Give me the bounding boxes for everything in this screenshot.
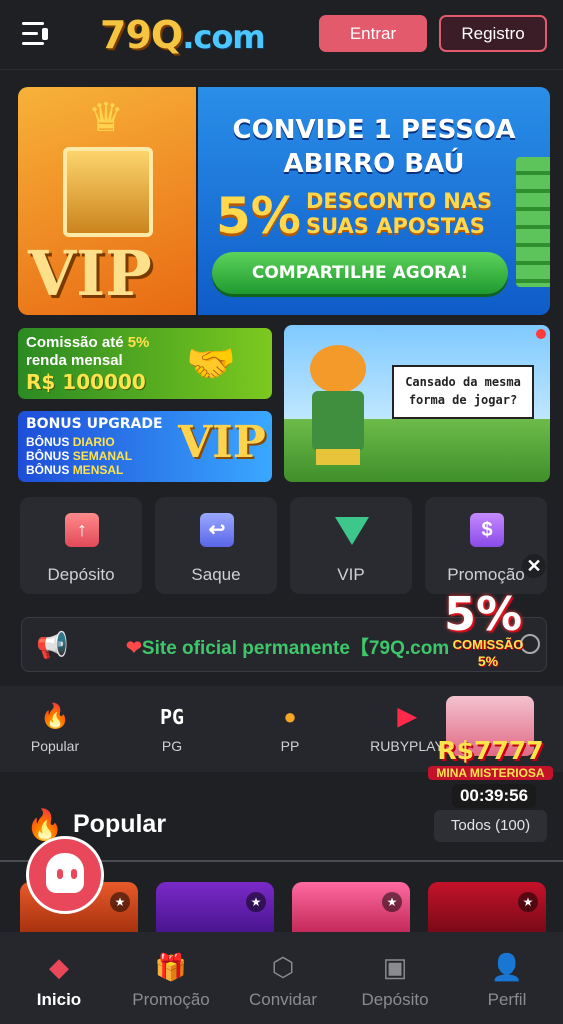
banner-vip-image[interactable]: ♛ VIP [18,87,196,315]
bonus-monthly: BÔNUS MENSAL [26,463,124,477]
nav-deposit[interactable]: ▣ Depósito [339,950,451,1010]
ruby-play-icon: ▶ [397,703,417,730]
popular-title: Popular [73,810,167,838]
home-icon: ◆ [49,952,69,982]
banner-percent: 5% [216,187,301,245]
banner-line3: DESCONTO NAS SUAS APOSTAS [306,189,493,238]
share-now-button[interactable]: COMPARTILHE AGORA! [212,252,508,294]
gift-amount: R$7777 [437,736,544,765]
close-icon[interactable]: ✕ [522,554,546,578]
quick-vip-label: VIP [337,565,365,584]
game-tile[interactable]: ★ [156,882,274,932]
register-button[interactable]: Registro [439,15,547,52]
quick-vip[interactable]: VIP [290,497,412,594]
share-icon: ⬡ [271,952,295,982]
tiger-speech-bubble: Cansado da mesma forma de jogar? [392,365,534,419]
bottom-navigation: ◆ Inicio 🎁 Promoção ⬡ Convidar ▣ Depósit… [0,932,563,1024]
bonus-upgrade-promo[interactable]: BONUS UPGRADE BÔNUS DIARIO BÔNUS SEMANAL… [18,411,272,482]
category-pp-label: PP [280,738,300,754]
upload-icon: ↑ [65,513,99,547]
quick-deposit[interactable]: ↑ Depósito [20,497,142,594]
category-pg-label: PG [161,738,183,754]
category-popular[interactable]: 🔥 Popular [0,702,110,754]
game-tile[interactable]: ★ [428,882,546,932]
commission-promo[interactable]: Comissão até 5% renda mensal R$ 100000 🤝 [18,328,272,399]
nav-invite-label: Convidar [248,990,318,1009]
customer-support-button[interactable] [26,836,104,914]
bonus-daily: BÔNUS DIARIO [26,435,115,449]
login-button[interactable]: Entrar [319,15,427,52]
ticker-text: ❤Site oficial permanente【79Q.com [126,638,450,659]
treasure-box-icon [63,147,153,237]
flame-icon: 🔥 [40,703,70,730]
nav-deposit-label: Depósito [361,990,429,1009]
crown-icon: ♛ [88,96,124,140]
diamond-icon [335,513,369,547]
banner-line1: CONVIDE 1 PESSOA [232,115,516,145]
category-popular-label: Popular [30,738,80,754]
floating-commission-percent: 5% [477,653,499,669]
menu-icon[interactable] [22,20,52,48]
tiger-mascot [302,345,372,465]
nav-profile[interactable]: 👤 Perfil [451,950,563,1010]
gift-label: MINA MISTERIOSA [428,766,553,780]
heart-icon: ❤ [126,638,142,659]
gift-icon: 🎁 [154,952,188,982]
bonus-weekly: BÔNUS SEMANAL [26,449,133,463]
nav-invite[interactable]: ⬡ Convidar [227,950,339,1010]
nav-promotion[interactable]: 🎁 Promoção [115,950,227,1010]
favorite-star-icon[interactable]: ★ [518,892,538,912]
pp-logo-icon: ● [283,704,297,729]
headset-icon [46,853,84,893]
favorite-star-icon[interactable]: ★ [246,892,266,912]
megaphone-icon: 📢 [36,630,69,660]
bonus-title: BONUS UPGRADE [26,416,163,432]
floating-commission-big: 5% [444,587,523,641]
bonus-vip-text: VIP [178,417,266,468]
pg-logo-icon: PG [159,705,185,729]
banner-line2: ABIRRO BAÚ [283,149,465,179]
logo-number: 79Q [100,13,183,57]
user-icon: 👤 [490,952,524,982]
floating-commission-label: COMISSÃO [452,637,524,652]
favorite-star-icon[interactable]: ★ [110,892,130,912]
category-pg[interactable]: PG PG [117,702,227,754]
view-all-button[interactable]: Todos (100) [434,810,547,842]
nav-home-label: Inicio [36,990,82,1009]
commission-amount: R$ 100000 [26,370,146,394]
dollar-tag-icon: $ [470,513,504,547]
nav-profile-label: Perfil [487,990,527,1009]
quick-withdraw[interactable]: ↩ Saque [155,497,277,594]
invite-banner[interactable]: CONVIDE 1 PESSOA ABIRRO BAÚ 5% DESCONTO … [198,87,550,315]
handshake-icon: 🤝 [186,342,236,386]
floating-commission-promo[interactable]: 5% COMISSÃO 5% [430,575,545,675]
nav-promotion-label: Promoção [132,990,210,1009]
notification-dot [536,329,546,339]
logo[interactable]: 79Q.com [100,10,280,60]
game-tile[interactable]: ★ [292,882,410,932]
tiger-promo[interactable]: Cansado da mesma forma de jogar? [284,325,550,482]
commission-line1: Comissão até 5% [26,334,150,351]
header: 79Q.com Entrar Registro [0,0,563,70]
quick-deposit-label: Depósito [47,565,115,584]
category-pp[interactable]: ● PP [235,702,345,754]
money-stack-icon [516,157,550,287]
favorite-star-icon[interactable]: ★ [382,892,402,912]
commission-line2: renda mensal [26,352,123,369]
return-arrow-icon: ↩ [200,513,234,547]
nav-home[interactable]: ◆ Inicio [3,950,115,1010]
banner-vip-text: VIP [28,237,152,310]
logo-domain: .com [182,18,265,56]
quick-withdraw-label: Saque [191,565,241,584]
wallet-icon: ▣ [382,952,408,982]
